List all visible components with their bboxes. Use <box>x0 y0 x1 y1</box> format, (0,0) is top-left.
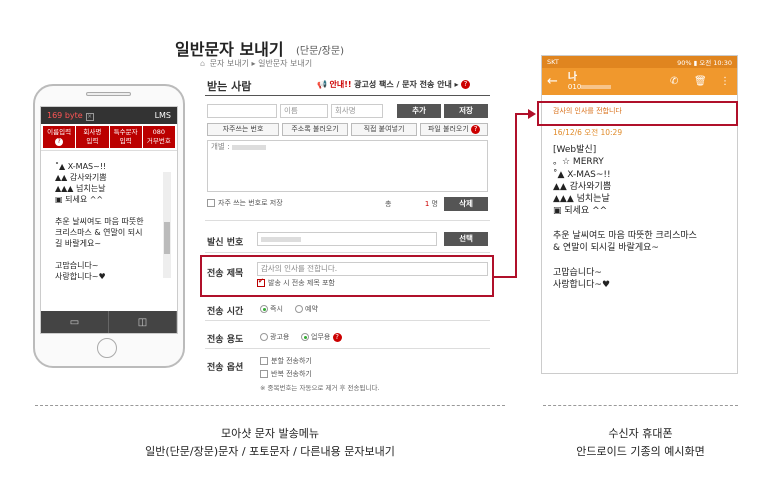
frequent-numbers-button[interactable]: 자주쓰는 번호 <box>207 123 279 136</box>
add-button[interactable]: 추가 <box>397 104 441 118</box>
caption-left: 모아샷 문자 발송메뉴 일반(단문/장문)문자 / 포토문자 / 다른내용 문자… <box>145 427 395 458</box>
divider <box>543 405 738 406</box>
page-title: 일반문자 보내기 <box>175 40 284 59</box>
scrollbar[interactable] <box>163 172 171 278</box>
repeat-send-checkbox[interactable]: 반복 전송하기 <box>260 369 312 379</box>
save-icon[interactable]: ◫ <box>109 311 177 333</box>
save-frequent-checkbox[interactable]: 자주 쓰는 번호로 저장 <box>207 198 283 208</box>
help-icon: ? <box>55 138 64 146</box>
more-icon[interactable]: ⋮ <box>720 76 730 87</box>
home-button <box>97 338 117 358</box>
sender-label: 발신 번호 <box>207 238 244 248</box>
blurred-number <box>232 144 267 150</box>
status-bar: SKT 90% ▮ 오전 10:30 <box>542 56 737 68</box>
caption-right: 수신자 휴대폰 안드로이드 기종의 예시화면 <box>576 427 705 458</box>
paste-button[interactable]: 직접 붙여넣기 <box>351 123 417 136</box>
recipient-label: 받는 사람 <box>207 80 252 93</box>
phone-icon[interactable]: ✆ <box>670 76 678 87</box>
insert-tabs: 이름입력? 회사명 입력 특수문자 입력 080 거부번호 <box>41 124 177 151</box>
contact-name: 나 <box>567 72 578 83</box>
notice-link[interactable]: 📢 안내!! 광고성 팩스 / 문자 전송 안내 ▸ ? <box>317 79 471 90</box>
byte-count: 169 byte <box>47 110 83 120</box>
help-icon: ? <box>471 124 481 134</box>
save-button[interactable]: 저장 <box>444 104 488 118</box>
conversation-header: ← 나 010 ✆ 🗑 ⋮ <box>542 68 737 95</box>
breadcrumb: ⌂ 문자 보내기 ▸ 일반문자 보내기 <box>200 58 312 69</box>
time-reserve-radio[interactable]: 예약 <box>295 304 318 314</box>
tab-company-insert[interactable]: 회사명 입력 <box>76 126 109 148</box>
time-now-radio[interactable]: 즉시 <box>260 304 283 314</box>
megaphone-icon: 📢 <box>317 80 327 89</box>
purpose-business-radio[interactable]: 업무용 ? <box>301 332 342 342</box>
tab-name-insert[interactable]: 이름입력? <box>43 126 76 148</box>
subject-highlight-android <box>537 101 738 126</box>
option-label: 전송 옵션 <box>207 363 244 373</box>
breadcrumb-item[interactable]: 일반문자 보내기 <box>258 59 312 68</box>
company-input[interactable]: 회사명 <box>331 104 383 118</box>
tab-special-char[interactable]: 특수문자 입력 <box>109 126 142 148</box>
message-body: [Web발신] 。☆ MERRY ˚▲ X-MAS~!! ▲▲ 감사와기쁨 ▲▲… <box>553 145 697 291</box>
message-date: 16/12/6 오전 10:29 <box>553 128 623 137</box>
sender-input[interactable] <box>257 232 437 246</box>
breadcrumb-item[interactable]: 문자 보내기 <box>210 59 249 68</box>
total-count: 총 1 명 <box>385 200 438 208</box>
clear-icon[interactable]: × <box>85 112 94 121</box>
help-icon: ? <box>332 332 342 342</box>
purpose-label: 전송 용도 <box>207 335 244 345</box>
blurred-number <box>581 85 612 89</box>
trash-icon[interactable]: 🗑 <box>694 76 707 87</box>
connector-line <box>515 113 517 278</box>
file-load-button[interactable]: 파일 불러오기 ? <box>420 123 488 136</box>
tab-reject-number[interactable]: 080 거부번호 <box>142 126 175 148</box>
phone-speaker <box>86 92 131 96</box>
back-arrow-icon[interactable]: ← <box>547 74 558 89</box>
phone-screen: 169 byte × LMS 이름입력? 회사명 입력 특수문자 입력 080 거… <box>40 106 178 334</box>
home-icon[interactable]: ⌂ <box>200 59 205 68</box>
recipient-list[interactable]: 개별 : <box>207 140 488 192</box>
phone-input[interactable] <box>207 104 277 118</box>
arrow-right-icon <box>528 109 536 119</box>
help-icon: ? <box>461 80 471 89</box>
connector-line <box>494 276 516 278</box>
divider <box>35 405 505 406</box>
chevron-right-icon: ▸ <box>454 80 459 89</box>
message-mode: LMS <box>154 111 171 120</box>
subject-highlight <box>200 255 494 297</box>
time-label: 전송 시간 <box>207 307 244 317</box>
message-toolbar: ▭ ◫ <box>41 311 177 333</box>
folder-icon[interactable]: ▭ <box>41 311 109 333</box>
split-send-checkbox[interactable]: 분할 전송하기 <box>260 356 312 366</box>
address-book-button[interactable]: 주소록 불러오기 <box>282 123 348 136</box>
message-textarea[interactable]: ˚▲ X-MAS~!! ▲▲ 감사와기쁨 ▲▲▲ 넘치는날 ▣ 되세요 ^^ 추… <box>41 151 177 315</box>
blurred-number <box>261 236 301 242</box>
option-note: ※ 중복번호는 자동으로 제거 후 전송됩니다. <box>260 384 380 392</box>
purpose-ad-radio[interactable]: 광고용 <box>260 332 289 342</box>
page-subtitle: (단문/장문) <box>296 46 344 57</box>
name-input[interactable]: 이름 <box>280 104 328 118</box>
message-header: 169 byte × LMS <box>41 107 177 124</box>
delete-button[interactable]: 삭제 <box>444 197 488 211</box>
scrollbar-thumb[interactable] <box>164 222 170 254</box>
select-button[interactable]: 선택 <box>444 232 488 246</box>
contact-number: 010 <box>568 83 612 91</box>
